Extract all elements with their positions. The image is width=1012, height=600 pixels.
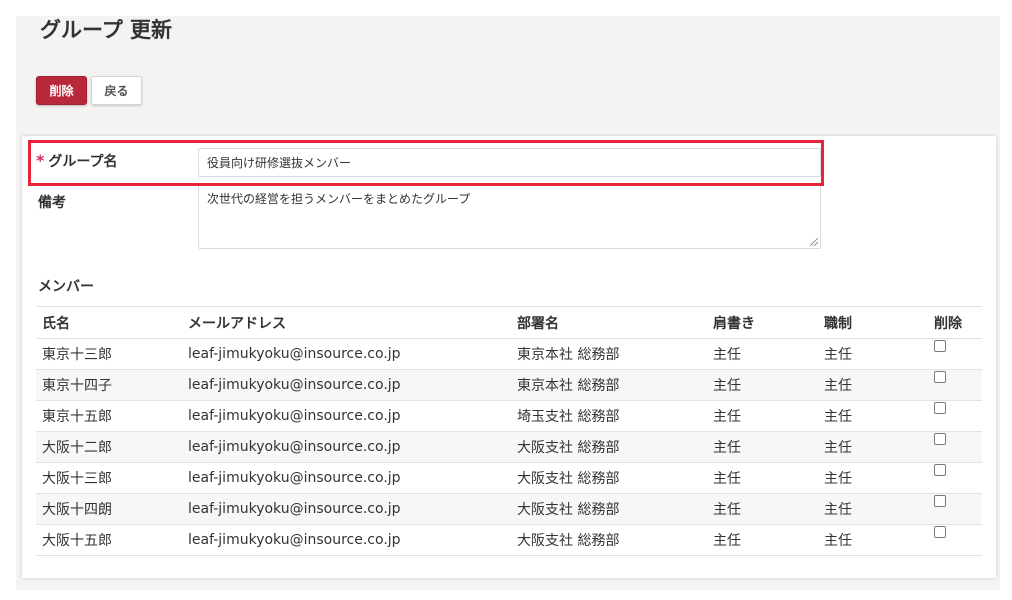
cell-title: 主任	[707, 524, 818, 556]
table-row: 大阪十四朗 leaf-jimukyoku@insource.co.jp 大阪支社…	[36, 493, 982, 525]
cell-position: 主任	[818, 431, 928, 463]
cell-dept: 大阪支社 総務部	[511, 524, 707, 556]
notes-label: 備考	[38, 195, 66, 211]
cell-dept: 東京本社 総務部	[511, 369, 707, 401]
col-header-name: 氏名	[36, 307, 182, 339]
delete-button[interactable]: 削除	[36, 76, 87, 105]
members-section-title: メンバー	[38, 279, 94, 295]
col-header-email: メールアドレス	[182, 307, 511, 339]
cell-name: 大阪十三郎	[36, 462, 182, 494]
cell-delete	[928, 493, 982, 525]
col-header-position: 職制	[818, 307, 928, 339]
cell-email: leaf-jimukyoku@insource.co.jp	[182, 369, 511, 401]
cell-title: 主任	[707, 493, 818, 525]
cell-dept: 東京本社 総務部	[511, 338, 707, 370]
cell-dept: 大阪支社 総務部	[511, 462, 707, 494]
resize-handle-icon[interactable]	[810, 238, 818, 246]
table-row: 東京十五郎 leaf-jimukyoku@insource.co.jp 埼玉支社…	[36, 400, 982, 432]
cell-title: 主任	[707, 431, 818, 463]
cell-delete	[928, 369, 982, 401]
cell-position: 主任	[818, 400, 928, 432]
cell-email: leaf-jimukyoku@insource.co.jp	[182, 400, 511, 432]
cell-delete	[928, 524, 982, 556]
cell-title: 主任	[707, 462, 818, 494]
col-header-title: 肩書き	[707, 307, 818, 339]
cell-name: 東京十五郎	[36, 400, 182, 432]
cell-position: 主任	[818, 462, 928, 494]
notes-textarea[interactable]: 次世代の経営を担うメンバーをまとめたグループ	[198, 185, 821, 249]
cell-title: 主任	[707, 369, 818, 401]
cell-email: leaf-jimukyoku@insource.co.jp	[182, 524, 511, 556]
col-header-delete: 削除	[928, 307, 982, 339]
cell-position: 主任	[818, 493, 928, 525]
cell-dept: 大阪支社 総務部	[511, 493, 707, 525]
delete-checkbox[interactable]	[934, 433, 946, 445]
page-title: グループ 更新	[40, 18, 173, 42]
cell-email: leaf-jimukyoku@insource.co.jp	[182, 462, 511, 494]
table-row: 大阪十五郎 leaf-jimukyoku@insource.co.jp 大阪支社…	[36, 524, 982, 556]
table-row: 大阪十二郎 leaf-jimukyoku@insource.co.jp 大阪支社…	[36, 431, 982, 463]
notes-text: 次世代の経営を担うメンバーをまとめたグループ	[207, 192, 471, 206]
highlight-frame	[28, 140, 824, 186]
cell-title: 主任	[707, 338, 818, 370]
cell-email: leaf-jimukyoku@insource.co.jp	[182, 493, 511, 525]
cell-delete	[928, 400, 982, 432]
cell-position: 主任	[818, 338, 928, 370]
cell-name: 大阪十二郎	[36, 431, 182, 463]
cell-name: 大阪十五郎	[36, 524, 182, 556]
cell-position: 主任	[818, 369, 928, 401]
cell-name: 大阪十四朗	[36, 493, 182, 525]
cell-dept: 大阪支社 総務部	[511, 431, 707, 463]
cell-name: 東京十三郎	[36, 338, 182, 370]
cell-position: 主任	[818, 524, 928, 556]
delete-checkbox[interactable]	[934, 402, 946, 414]
cell-delete	[928, 462, 982, 494]
table-row: 東京十四子 leaf-jimukyoku@insource.co.jp 東京本社…	[36, 369, 982, 401]
cell-title: 主任	[707, 400, 818, 432]
table-row: 大阪十三郎 leaf-jimukyoku@insource.co.jp 大阪支社…	[36, 462, 982, 494]
cell-dept: 埼玉支社 総務部	[511, 400, 707, 432]
cell-delete	[928, 431, 982, 463]
delete-checkbox[interactable]	[934, 371, 946, 383]
delete-checkbox[interactable]	[934, 495, 946, 507]
table-row: 東京十三郎 leaf-jimukyoku@insource.co.jp 東京本社…	[36, 338, 982, 370]
col-header-dept: 部署名	[511, 307, 707, 339]
cell-name: 東京十四子	[36, 369, 182, 401]
delete-checkbox[interactable]	[934, 526, 946, 538]
cell-delete	[928, 338, 982, 370]
table-header-row: 氏名 メールアドレス 部署名 肩書き 職制 削除	[36, 307, 982, 339]
members-table: 氏名 メールアドレス 部署名 肩書き 職制 削除 東京十三郎 leaf-jimu…	[36, 307, 982, 556]
back-button[interactable]: 戻る	[91, 76, 142, 105]
cell-email: leaf-jimukyoku@insource.co.jp	[182, 338, 511, 370]
delete-checkbox[interactable]	[934, 464, 946, 476]
cell-email: leaf-jimukyoku@insource.co.jp	[182, 431, 511, 463]
delete-checkbox[interactable]	[934, 340, 946, 352]
